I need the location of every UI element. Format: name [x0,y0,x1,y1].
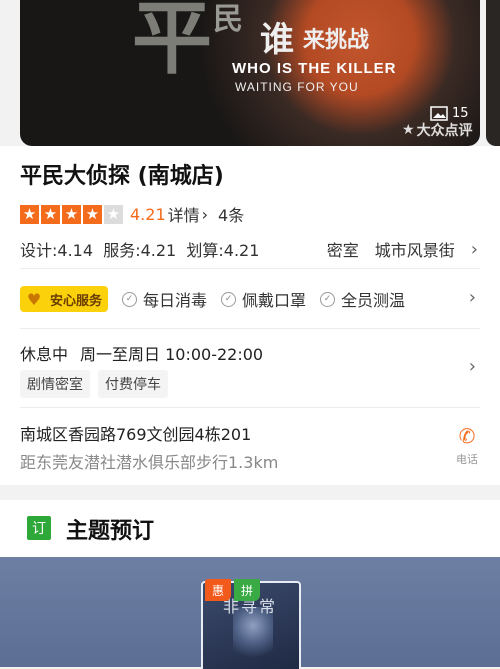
sub-scores: 设计:4.14 服务:4.21 划算:4.21 [20,241,260,260]
feature-tag: 付费停车 [98,370,168,398]
safe-service-label: 安心服务 [50,293,103,309]
rating-score: 4.21 [130,204,166,224]
group-badge: 拼 [234,579,260,601]
check-circle-icon: ✓ [122,291,138,307]
star-empty-icon: ★ [104,204,123,224]
star-filled-icon: ★ [20,204,39,224]
divider [20,268,480,269]
service-item-label: 佩戴口罩 [242,291,307,310]
hero-banner[interactable]: 平 民 谁 来挑战 WHO IS THE KILLER WAITING FOR … [20,0,480,146]
photo-count-value: 15 [452,106,469,121]
dianping-logo-icon: ★ [402,122,415,138]
star-filled-icon: ★ [83,204,102,224]
hero-line2: WAITING FOR YOU [235,80,359,94]
service-row[interactable]: ♥ 安心服务 ✓ 每日消毒 ✓ 佩戴口罩 ✓ 全员测温 [20,283,405,315]
watermark-text: 大众点评 [416,123,473,139]
category-area[interactable]: 密室 城市风景街 › [327,237,478,261]
service-item: ✓ 全员测温 [320,287,405,311]
feature-tags: 剧情密室 付费停车 [20,370,168,398]
section-title: 主题预订 [66,519,155,544]
rating-row[interactable]: ★ ★ ★ ★ ★ 4.21 详情 › 4条 [20,203,244,225]
open-status: 休息中 [20,345,69,364]
address-line[interactable]: 南城区香园路769文创园4栋201 [20,421,251,445]
shield-icon: ♥ [26,289,42,309]
service-item: ✓ 佩戴口罩 [221,287,306,311]
review-count[interactable]: 4条 [218,202,244,226]
hero-small-char: 民 [213,2,243,37]
star-filled-icon: ★ [41,204,60,224]
chevron-right-icon[interactable]: › [469,287,476,308]
phone-icon: ✆ [458,424,476,448]
hero-line1: WHO IS THE KILLER [232,60,397,77]
feature-tag: 剧情密室 [20,370,90,398]
chevron-right-icon: › [470,238,478,260]
safe-service-badge: ♥ 安心服务 [20,286,109,312]
rating-stars: ★ ★ ★ ★ ★ [20,204,125,224]
detail-arrow-icon: › [201,204,209,224]
watermark: ★ 大众点评 [402,120,473,140]
check-circle-icon: ✓ [221,291,237,307]
divider [20,407,480,408]
booking-icon: 订 [27,516,51,540]
service-item-label: 全员测温 [341,291,406,310]
check-circle-icon: ✓ [320,291,336,307]
hero-title-rest: 来挑战 [303,28,370,53]
image-icon [430,106,448,121]
phone-label: 电话 [456,453,478,466]
detail-link[interactable]: 详情 [168,202,200,226]
hero-next-image[interactable] [486,0,500,146]
discount-badge: 惠 [205,579,231,601]
hero-title-char: 谁 [260,20,294,60]
shop-name: 平民大侦探 (南城店) [20,164,224,189]
phone-button[interactable]: ✆ 电话 [452,426,482,467]
star-filled-icon: ★ [62,204,81,224]
area-label[interactable]: 城市风景街 [375,237,455,261]
hero-big-char: 平 [132,0,212,85]
chevron-right-icon[interactable]: › [469,356,476,377]
category-label[interactable]: 密室 [327,237,359,261]
distance-text: 距东莞友潜社潜水俱乐部步行1.3km [20,453,279,472]
hours-time: 周一至周日 10:00-22:00 [80,345,264,364]
service-item: ✓ 每日消毒 [122,287,207,311]
divider [20,328,480,329]
photo-count[interactable]: 15 [430,106,469,121]
business-hours[interactable]: 休息中 周一至周日 10:00-22:00 [20,341,275,365]
service-item-label: 每日消毒 [143,291,208,310]
